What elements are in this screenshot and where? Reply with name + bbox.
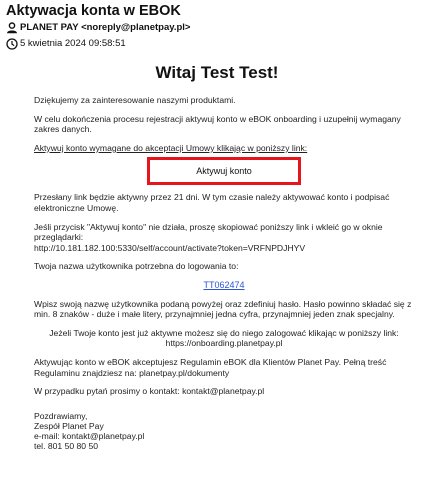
link-validity-text: Przesłany link będzie aktywny przez 21 d… (34, 192, 390, 213)
date-row: 5 kwietnia 2024 09:58:51 (6, 37, 428, 51)
login-instructions: Jeżeli Twoje konto jest już aktywne może… (49, 327, 399, 338)
person-icon (6, 22, 18, 34)
email-body: Dziękujemy za zainteresowanie naszymi pr… (34, 95, 414, 452)
username-row: TT062474 (34, 280, 414, 291)
greeting-heading: Witaj Test Test! (155, 63, 279, 82)
terms-text: Aktywując konto w eBOK akceptujesz Regul… (34, 356, 387, 378)
login-block: Jeżeli Twoje konto jest już aktywne może… (34, 328, 414, 349)
activate-account-button[interactable]: Aktywuj konto (147, 157, 301, 186)
contact-text: W przypadku pytań prosimy o kontakt: kon… (34, 386, 265, 397)
activation-url[interactable]: http://10.181.182.100:5330/self/account/… (34, 243, 414, 254)
signature-greeting: Pozdrawiamy, (34, 410, 88, 421)
password-instructions: Wpisz swoją nazwę użytkownika podaną pow… (34, 298, 412, 320)
email-header: Aktywacja konta w EBOK PLANET PAY <norep… (6, 3, 428, 51)
signature-team: Zespół Planet Pay (34, 420, 104, 431)
clock-icon (6, 38, 18, 50)
button-wrapper: Aktywuj konto (34, 157, 414, 186)
username-label: Twoja nazwa użytkownika potrzebna do log… (34, 261, 239, 272)
username-link[interactable]: TT062474 (203, 280, 244, 290)
fallback-instructions: Jeśli przycisk "Aktywuj konto" nie dział… (34, 221, 383, 243)
signature-phone: tel. 801 50 80 50 (34, 441, 99, 452)
sender-address[interactable]: PLANET PAY <noreply@planetpay.pl> (20, 21, 190, 35)
activate-prompt-text: Aktywuj konto wymagane do akceptacji Umo… (34, 142, 308, 153)
email-date: 5 kwietnia 2024 09:58:51 (20, 38, 126, 49)
email-subject: Aktywacja konta w EBOK (6, 3, 181, 19)
fallback-link-block: Jeśli przycisk "Aktywuj konto" nie dział… (34, 222, 414, 254)
instructions-text: W celu dokończenia procesu rejestracji a… (34, 113, 401, 135)
signature-email: e-mail: kontakt@planetpay.pl (34, 431, 145, 442)
signature: Pozdrawiamy, Zespół Planet Pay e-mail: k… (34, 411, 414, 452)
sender-row: PLANET PAY <noreply@planetpay.pl> (6, 21, 428, 35)
thanks-text: Dziękujemy za zainteresowanie naszymi pr… (34, 95, 236, 105)
onboarding-link[interactable]: https://onboarding.planetpay.pl (34, 338, 414, 349)
